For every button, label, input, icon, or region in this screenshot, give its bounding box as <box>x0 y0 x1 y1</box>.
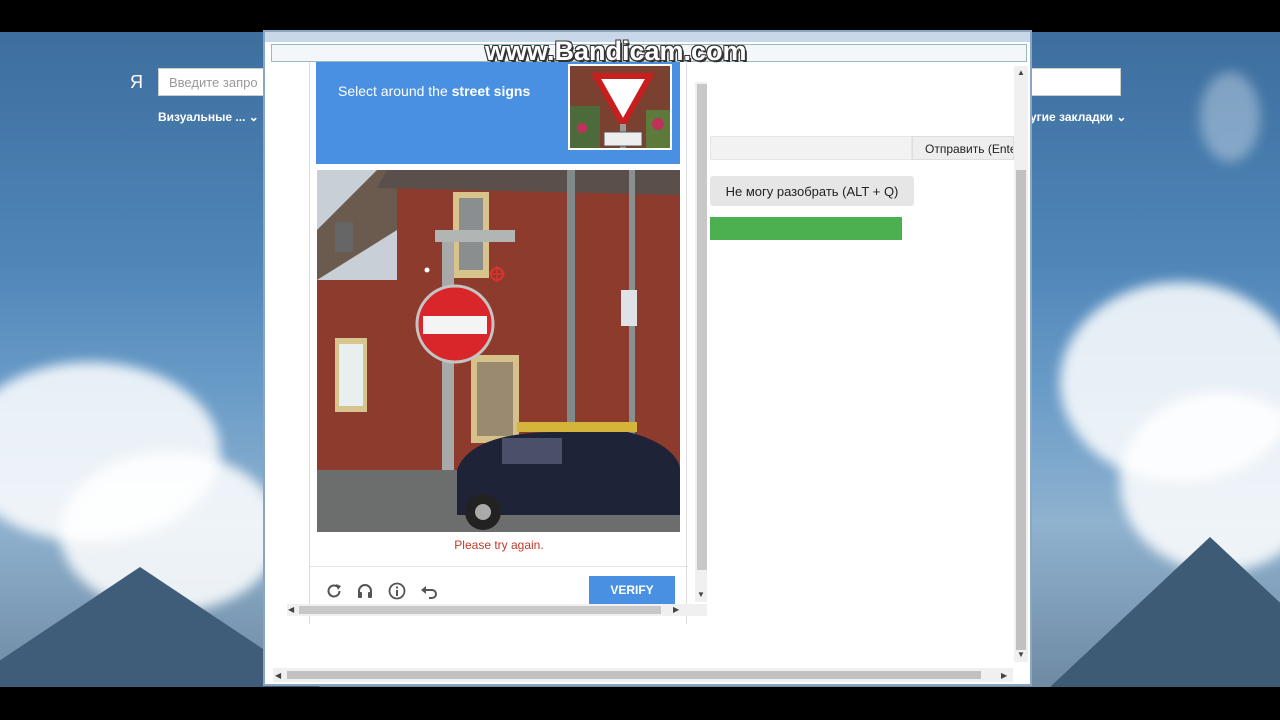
window-vertical-scrollbar[interactable]: ▲ ▼ <box>1014 66 1028 662</box>
instruction-prefix: Select around the <box>338 83 452 99</box>
captcha-horizontal-scrollbar-thumb[interactable] <box>299 606 661 614</box>
background-search-input[interactable]: Введите запро <box>158 68 278 96</box>
yandex-logo: Я <box>130 72 143 92</box>
bandicam-watermark: www.Bandicam.com <box>485 36 747 66</box>
info-icon[interactable] <box>386 580 408 602</box>
footer-divider <box>310 566 688 567</box>
error-message: Please try again. <box>454 538 544 552</box>
window-horizontal-scrollbar-thumb[interactable] <box>287 671 981 679</box>
headphones-icon[interactable] <box>354 580 376 602</box>
undo-icon[interactable] <box>418 580 440 602</box>
captcha-vertical-scrollbar-thumb[interactable] <box>697 84 707 570</box>
captcha-widget: Select around the street signs Please tr… <box>309 62 688 624</box>
sample-image <box>568 64 672 150</box>
verify-button[interactable]: VERIFY <box>589 576 675 604</box>
window-vertical-scrollbar-thumb[interactable] <box>1016 170 1026 650</box>
bookmark-other-label: угие закладки <box>1030 110 1113 124</box>
cant-read-button[interactable]: Не могу разобрать (ALT + Q) <box>710 176 914 206</box>
street-scene-image <box>317 170 680 532</box>
captcha-header: Select around the street signs <box>316 62 680 164</box>
answer-input[interactable] <box>710 136 912 160</box>
recaptcha-window: Select around the street signs Please tr… <box>263 30 1032 686</box>
progress-bar <box>710 217 902 240</box>
scroll-left-icon[interactable]: ◀ <box>275 671 281 680</box>
chevron-down-icon: ⌄ <box>1116 110 1127 124</box>
captcha-instruction: Select around the street signs <box>338 82 538 100</box>
scroll-down-icon[interactable]: ▼ <box>1017 650 1025 659</box>
background-search-field-right[interactable] <box>1028 68 1121 96</box>
cloud <box>1200 72 1260 162</box>
instruction-target: street signs <box>451 83 531 99</box>
bookmark-visual-label: Визуальные ... <box>158 110 246 124</box>
send-button[interactable]: Отправить (Enter <box>912 136 1014 160</box>
bookmark-visual[interactable]: Визуальные ... ⌄ <box>158 110 259 124</box>
scroll-right-icon[interactable]: ▶ <box>673 605 679 614</box>
scroll-up-icon[interactable]: ▲ <box>1017 68 1025 77</box>
mountain <box>1050 537 1280 687</box>
window-horizontal-scrollbar[interactable]: ◀ ▶ <box>273 668 1013 682</box>
reload-icon[interactable] <box>323 580 345 602</box>
yield-sign-sample <box>570 66 670 148</box>
chevron-down-icon: ⌄ <box>248 110 259 124</box>
captcha-horizontal-scrollbar[interactable]: ◀ ▶ <box>287 604 707 616</box>
scroll-down-icon[interactable]: ▼ <box>697 590 705 599</box>
captcha-vertical-scrollbar[interactable]: ▼ <box>695 82 707 602</box>
scroll-right-icon[interactable]: ▶ <box>1001 671 1007 680</box>
captcha-image[interactable] <box>317 170 680 532</box>
scroll-left-icon[interactable]: ◀ <box>288 605 294 614</box>
bookmark-other[interactable]: угие закладки ⌄ <box>1030 110 1126 124</box>
